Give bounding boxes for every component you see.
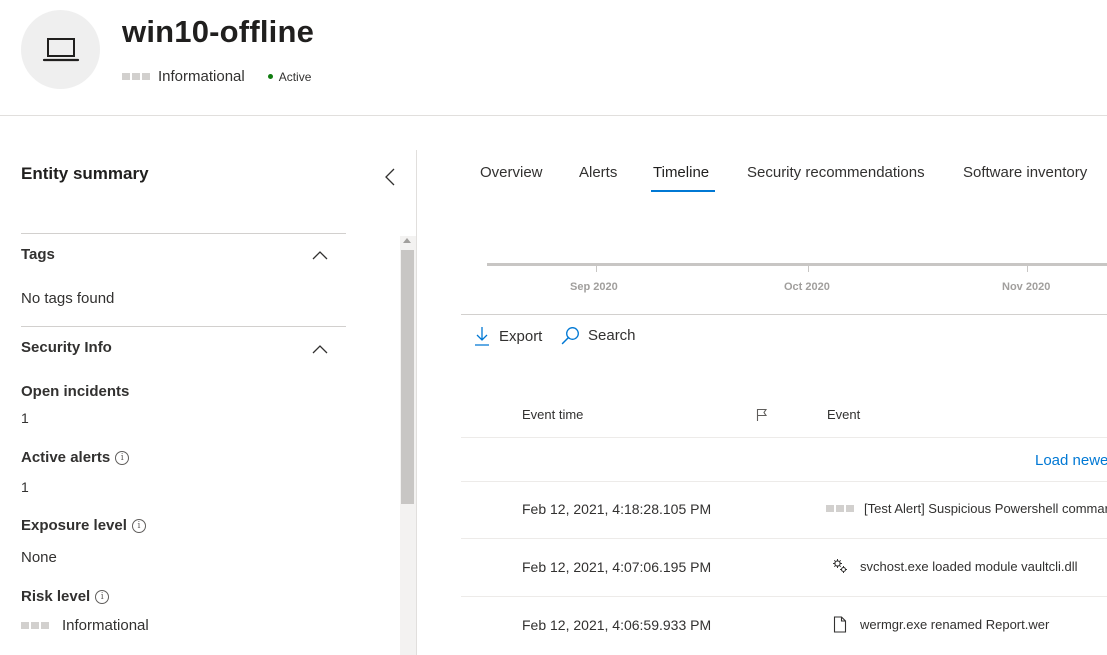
event-text: svchost.exe loaded module vaultcli.dll [860,558,1078,574]
event-time-cell: Feb 12, 2021, 4:07:06.195 PM [522,559,712,575]
load-newer-link[interactable]: Load newe [1035,452,1107,469]
column-header-event[interactable]: Event [827,407,860,422]
event-text: [Test Alert] Suspicious Powershell comma… [864,501,1107,516]
timeline-tick [808,266,809,272]
active-tab-indicator [651,190,715,192]
chevron-up-icon [312,345,328,354]
open-incidents-value: 1 [21,410,29,426]
gears-icon [832,558,848,574]
tab-alerts[interactable]: Alerts [579,164,617,181]
active-alerts-label-text: Active alerts [21,449,111,466]
active-alerts-value: 1 [21,479,29,495]
flag-column-header[interactable] [756,408,768,427]
tab-software-inventory[interactable]: Software inventory [963,164,1087,181]
severity-row: Informational Active [122,68,311,85]
chevron-up-icon [312,251,328,260]
timeline-tick [1027,266,1028,272]
timeline-month-label: Sep 2020 [570,281,618,293]
severity-label: Informational [158,68,245,85]
search-icon [561,327,579,345]
risk-level-value-row: Informational [21,617,149,634]
tab-overview[interactable]: Overview [480,164,543,181]
event-time-cell: Feb 12, 2021, 4:18:28.105 PM [522,501,712,517]
section-divider [21,326,346,327]
tab-timeline[interactable]: Timeline [653,164,709,181]
timeline-month-label: Oct 2020 [784,281,830,293]
active-alerts-label: Active alerts i [21,449,130,466]
severity-bars-icon [21,622,49,629]
download-icon [475,327,489,346]
timeline-axis[interactable] [487,263,1107,266]
header-divider [0,115,1107,116]
event-text: wermgr.exe renamed Report.wer [860,616,1050,632]
tags-heading: Tags [21,246,55,263]
exposure-level-label-text: Exposure level [21,517,127,534]
document-icon [832,615,848,633]
entity-summary-title: Entity summary [21,164,149,183]
risk-level-value: Informational [62,617,149,634]
open-incidents-label: Open incidents [21,383,129,400]
status-badge: Active [278,69,312,84]
flag-icon [756,408,768,421]
open-incidents-label-text: Open incidents [21,383,130,400]
export-button[interactable]: Export [474,326,542,346]
panel-separator [416,150,417,655]
risk-level-label-text: Risk level [21,588,91,605]
scroll-thumb[interactable] [401,250,414,504]
info-icon[interactable]: i [95,589,110,604]
tags-collapse-button[interactable] [312,247,332,261]
section-divider [21,233,346,234]
security-info-collapse-button[interactable] [312,341,332,355]
laptop-icon [42,37,79,61]
status-dot-icon [267,74,273,79]
event-cell: [Test Alert] Suspicious Powershell comma… [826,501,1107,516]
security-info-heading: Security Info [21,339,112,356]
export-label: Export [499,327,543,345]
info-icon[interactable]: i [115,450,130,465]
collapse-panel-button[interactable] [380,166,400,188]
no-tags-text: No tags found [21,290,115,307]
severity-bars-icon [826,505,854,512]
page-title: win10-offline [122,14,315,49]
search-button[interactable]: Search [561,326,636,345]
timeline-divider [461,314,1107,315]
event-time-cell: Feb 12, 2021, 4:06:59.933 PM [522,617,712,633]
severity-bars-icon [122,73,150,80]
scroll-up-arrow-icon[interactable] [403,238,411,243]
event-cell: wermgr.exe renamed Report.wer [832,615,1050,633]
chevron-left-icon [385,168,395,186]
tab-security-recommendations[interactable]: Security recommendations [747,164,925,181]
exposure-level-label: Exposure level i [21,517,146,534]
event-cell: svchost.exe loaded module vaultcli.dll [832,558,1078,574]
timeline-month-label: Nov 2020 [1002,281,1051,293]
column-header-event-time[interactable]: Event time [522,407,583,422]
risk-level-label: Risk level i [21,588,110,605]
device-avatar [21,10,100,89]
info-icon[interactable]: i [131,518,146,533]
row-divider [461,437,1107,438]
exposure-level-value: None [21,549,57,566]
search-label: Search [588,327,636,344]
timeline-tick [596,266,597,272]
